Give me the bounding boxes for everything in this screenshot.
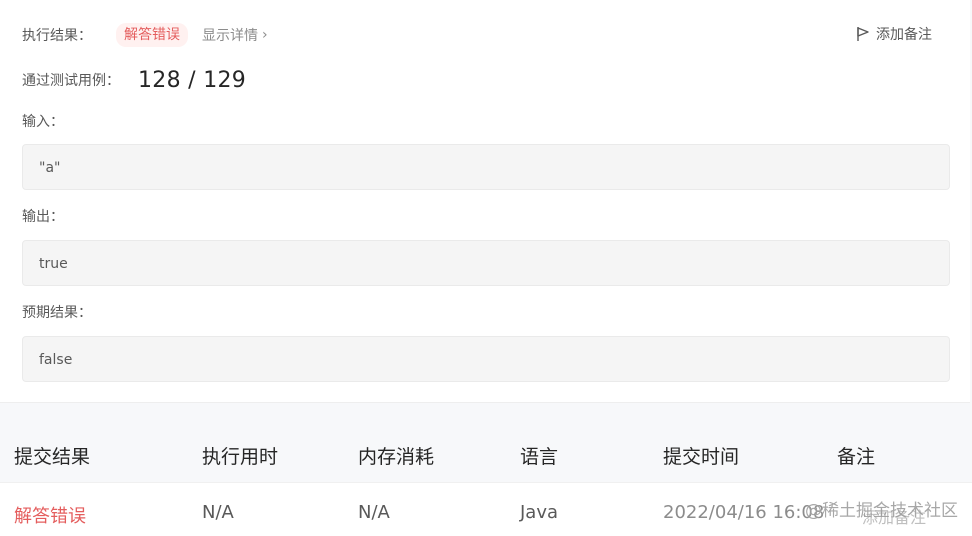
watermark: @稀土掘金技术社区: [805, 501, 958, 521]
header-status: 提交结果: [14, 446, 91, 468]
show-details-link[interactable]: 显示详情 ›: [202, 25, 268, 45]
result-label: 执行结果：: [22, 28, 92, 44]
show-details-label: 显示详情: [202, 28, 258, 44]
passed-cases-label: 通过测试用例：: [22, 73, 120, 89]
header-language: 语言: [520, 446, 559, 468]
result-row: 执行结果： 解答错误 显示详情 ›: [22, 23, 268, 47]
add-note-button[interactable]: 添加备注: [856, 24, 932, 44]
input-label: 输入：: [22, 114, 64, 130]
header-memory: 内存消耗: [358, 446, 435, 468]
header-note: 备注: [837, 446, 876, 468]
status-badge: 解答错误: [116, 23, 188, 47]
output-value-box: true: [22, 240, 950, 286]
passed-cases-count: 128 / 129: [138, 67, 247, 93]
passed-cases-row: 通过测试用例： 128 / 129: [22, 66, 246, 94]
submissions-table-header: 提交结果 执行用时 内存消耗 语言 提交时间 备注: [0, 432, 972, 476]
chevron-right-icon: ›: [262, 27, 268, 43]
header-time: 提交时间: [663, 446, 740, 468]
result-card: 执行结果： 解答错误 显示详情 › 添加备注 通过测试用例： 128 / 129…: [0, 0, 970, 403]
expected-label: 预期结果：: [22, 305, 92, 321]
row-language: Java: [520, 502, 559, 523]
flag-icon: [857, 27, 869, 41]
output-label: 输出：: [22, 209, 64, 225]
add-note-label: 添加备注: [876, 27, 932, 43]
row-memory: N/A: [358, 502, 390, 523]
row-runtime: N/A: [202, 502, 234, 523]
row-status[interactable]: 解答错误: [14, 502, 86, 528]
expected-value-box: false: [22, 336, 950, 382]
row-time: 2022/04/16 16:08: [663, 502, 825, 523]
header-runtime: 执行用时: [202, 446, 279, 468]
input-value-box: "a": [22, 144, 950, 190]
